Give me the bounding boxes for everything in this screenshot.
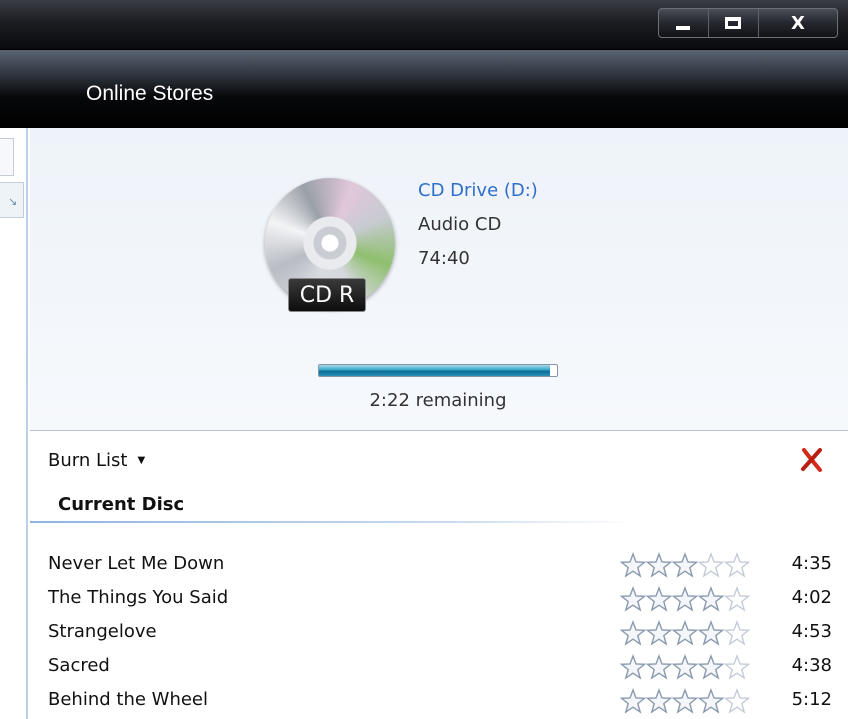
cd-r-badge: CD R	[288, 278, 366, 312]
close-icon: X	[790, 12, 805, 34]
star-filled-icon[interactable]	[672, 552, 698, 578]
star-filled-icon[interactable]	[620, 688, 646, 714]
star-filled-icon[interactable]	[620, 552, 646, 578]
minimize-button[interactable]	[659, 9, 709, 37]
maximize-button[interactable]	[709, 9, 759, 37]
star-filled-icon[interactable]	[620, 620, 646, 646]
disc-type: Audio CD	[418, 214, 502, 235]
track-duration: 4:53	[791, 621, 832, 642]
track-rating[interactable]	[620, 552, 750, 578]
star-empty-icon[interactable]	[724, 586, 750, 612]
minimize-icon	[676, 26, 691, 30]
remaining-time: 2:22 remaining	[369, 390, 507, 411]
track-row[interactable]: The Things You Said 4:02	[30, 584, 848, 618]
track-title: Behind the Wheel	[48, 689, 209, 710]
close-button[interactable]: X	[759, 9, 837, 37]
star-empty-icon[interactable]	[724, 552, 750, 578]
disc-total-length: 74:40	[418, 248, 470, 269]
track-duration: 4:38	[791, 655, 832, 676]
maximize-icon	[725, 17, 742, 29]
burn-list-label: Burn List	[48, 450, 128, 471]
track-title: Strangelove	[48, 621, 157, 642]
chevron-down-icon: ▼	[137, 455, 146, 466]
left-panel-edge: ↘	[0, 128, 28, 719]
header-bar: Online Stores	[0, 50, 848, 128]
track-rating[interactable]	[620, 586, 750, 612]
star-empty-icon[interactable]	[698, 552, 724, 578]
drive-name-link[interactable]: CD Drive (D:)	[418, 180, 538, 201]
star-filled-icon[interactable]	[672, 654, 698, 680]
star-filled-icon[interactable]	[672, 620, 698, 646]
star-filled-icon[interactable]	[698, 620, 724, 646]
star-filled-icon[interactable]	[698, 654, 724, 680]
track-title: Never Let Me Down	[48, 553, 225, 574]
burn-progress-fill	[319, 365, 550, 376]
star-filled-icon[interactable]	[620, 586, 646, 612]
burn-list-menu-button[interactable]: Burn List ▼	[48, 450, 145, 471]
burn-progress-bar	[318, 364, 558, 377]
track-rating[interactable]	[620, 620, 750, 646]
star-filled-icon[interactable]	[620, 654, 646, 680]
clear-list-icon[interactable]	[798, 446, 826, 474]
star-empty-icon[interactable]	[724, 620, 750, 646]
star-filled-icon[interactable]	[646, 586, 672, 612]
left-panel-box[interactable]	[0, 138, 14, 176]
track-row[interactable]: Behind the Wheel 5:12	[30, 686, 848, 719]
track-row[interactable]: Sacred 4:38	[30, 652, 848, 686]
star-empty-icon[interactable]	[724, 654, 750, 680]
track-title: The Things You Said	[48, 587, 229, 608]
track-duration: 4:02	[791, 587, 832, 608]
star-empty-icon[interactable]	[724, 688, 750, 714]
tab-online-stores[interactable]: Online Stores	[86, 82, 213, 106]
burn-list-panel: Burn List ▼ Current Disc Never Let Me Do…	[30, 432, 848, 719]
star-filled-icon[interactable]	[646, 552, 672, 578]
star-filled-icon[interactable]	[646, 654, 672, 680]
star-filled-icon[interactable]	[672, 688, 698, 714]
star-filled-icon[interactable]	[698, 586, 724, 612]
window-controls: X	[658, 8, 838, 38]
track-duration: 5:12	[791, 689, 832, 710]
window-titlebar[interactable]: X	[0, 0, 848, 50]
track-rating[interactable]	[620, 654, 750, 680]
track-title: Sacred	[48, 655, 110, 676]
star-filled-icon[interactable]	[672, 586, 698, 612]
current-disc-heading: Current Disc	[58, 494, 185, 515]
track-duration: 4:35	[791, 553, 832, 574]
cd-info-panel: CD R CD Drive (D:) Audio CD 74:40 2:22 r…	[30, 128, 848, 431]
track-row[interactable]: Strangelove 4:53	[30, 618, 848, 652]
star-filled-icon[interactable]	[698, 688, 724, 714]
star-filled-icon[interactable]	[646, 688, 672, 714]
track-row[interactable]: Never Let Me Down 4:35	[30, 550, 848, 584]
track-rating[interactable]	[620, 688, 750, 714]
star-filled-icon[interactable]	[646, 620, 672, 646]
section-underline	[30, 521, 635, 523]
track-list: Never Let Me Down 4:35 The Things You Said…	[30, 550, 848, 719]
left-panel-scroll-icon[interactable]: ↘	[0, 182, 24, 218]
